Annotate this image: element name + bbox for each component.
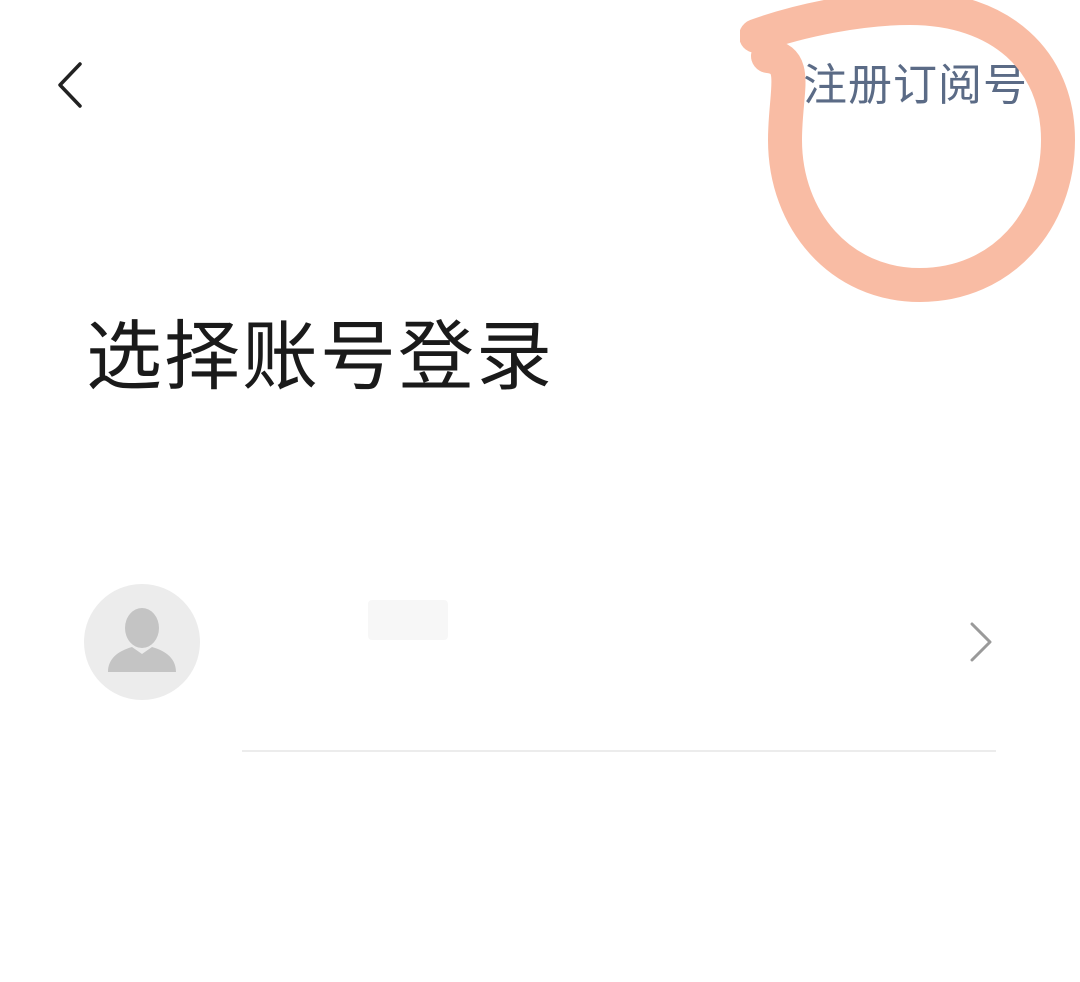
chevron-left-icon (58, 62, 82, 108)
hand-drawn-circle-annotation (740, 0, 1075, 302)
divider (242, 750, 996, 752)
register-subscription-link[interactable]: 注册订阅号 (803, 58, 1028, 114)
person-avatar-icon (108, 608, 176, 672)
account-list-item[interactable] (84, 584, 996, 752)
chevron-right-icon (970, 622, 992, 662)
avatar (84, 584, 200, 700)
account-name (368, 600, 448, 640)
back-button[interactable] (40, 55, 100, 115)
page-title: 选择账号登录 (86, 312, 554, 401)
